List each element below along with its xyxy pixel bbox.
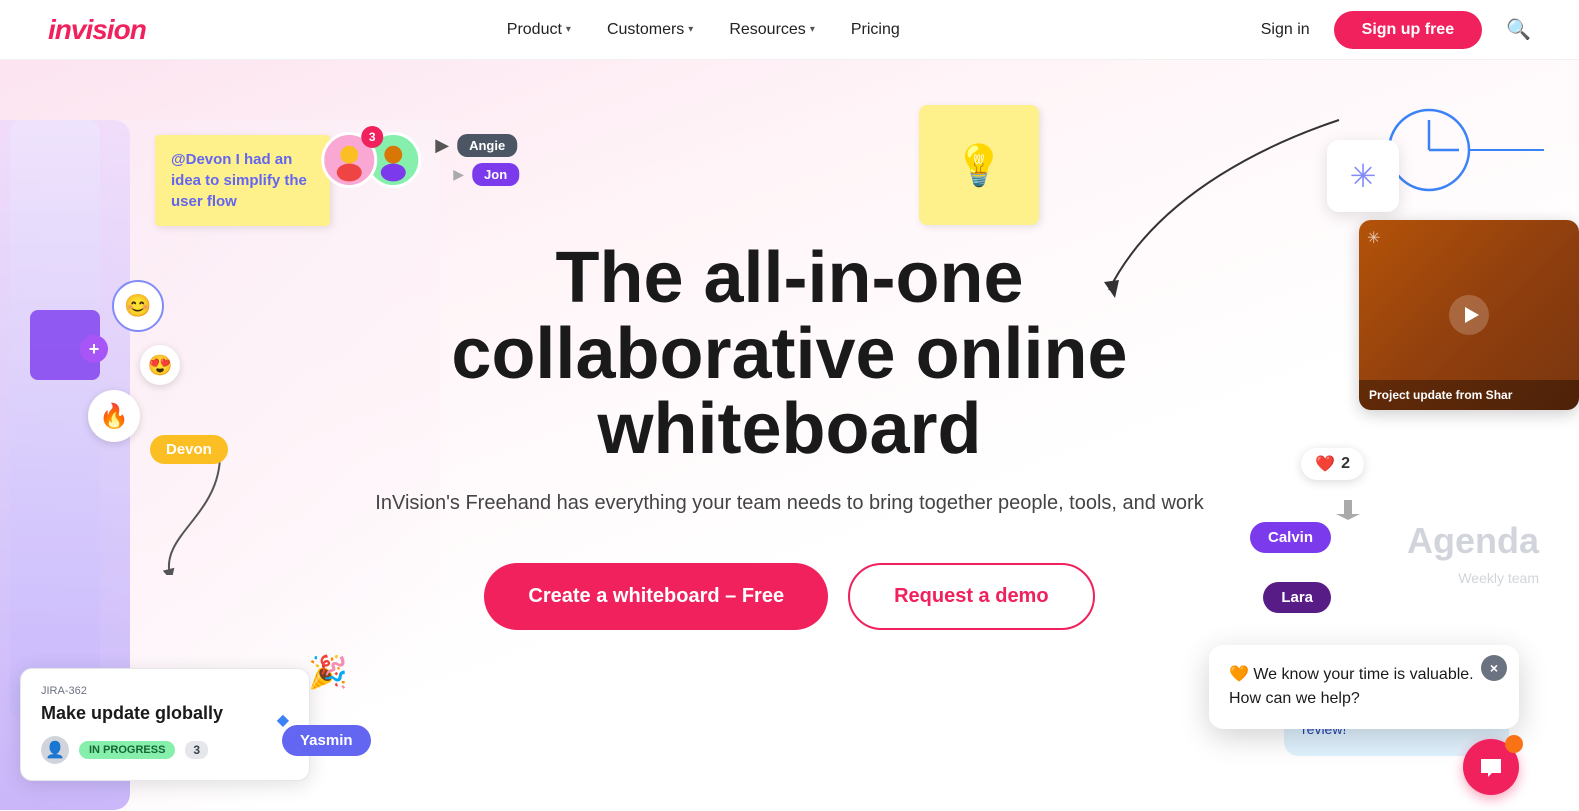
- cursor-label-angie: Angie: [457, 134, 517, 157]
- video-card[interactable]: ✳ Project update from Shar: [1359, 220, 1579, 410]
- play-icon: [1449, 295, 1489, 335]
- chevron-down-icon: ▾: [566, 24, 571, 35]
- avatars-group: 3 ▶ Angie ▶ Jon: [321, 132, 519, 188]
- snowflake-card: ✳: [1327, 140, 1399, 212]
- plus-icon: +: [80, 335, 108, 363]
- hero-content: The all-in-one collaborative online whit…: [340, 241, 1240, 630]
- nav-resources[interactable]: Resources ▾: [729, 21, 815, 39]
- cursor-arrow-icon: ▶: [435, 135, 449, 156]
- nav-customers[interactable]: Customers ▾: [607, 21, 693, 39]
- user-avatar-ring: 😊: [112, 280, 164, 332]
- logo[interactable]: invision: [48, 14, 146, 46]
- nav-right: Sign in Sign up free 🔍: [1261, 11, 1531, 49]
- notification-dot: [1505, 735, 1523, 753]
- agenda-subtitle: Weekly team: [1458, 570, 1539, 586]
- request-demo-button[interactable]: Request a demo: [848, 563, 1094, 630]
- jira-avatar: 👤: [41, 736, 69, 764]
- hero-title: The all-in-one collaborative online whit…: [340, 241, 1240, 468]
- hero-subtitle: InVision's Freehand has everything your …: [340, 492, 1240, 515]
- label-lara: Lara: [1263, 582, 1331, 613]
- sticky-note-mention: @Devon I had an idea to simplify the use…: [155, 135, 330, 226]
- diamond-icon: ◆: [277, 710, 289, 730]
- chat-speech-icon: [1477, 753, 1505, 781]
- jira-title: Make update globally: [41, 703, 289, 724]
- jira-id: JIRA-362: [41, 685, 289, 697]
- create-whiteboard-button[interactable]: Create a whiteboard – Free: [484, 563, 828, 630]
- chevron-down-icon: ▾: [688, 24, 693, 35]
- label-yasmin: Yasmin: [282, 725, 371, 756]
- jira-count: 3: [185, 741, 208, 759]
- agenda-title: Agenda: [1407, 520, 1539, 562]
- jira-card: JIRA-362 Make update globally 👤 IN PROGR…: [20, 668, 310, 781]
- nav-pricing[interactable]: Pricing: [851, 21, 900, 39]
- sign-in-link[interactable]: Sign in: [1261, 21, 1310, 39]
- signup-button[interactable]: Sign up free: [1334, 11, 1482, 49]
- fire-emoji: 🔥: [88, 390, 140, 442]
- star-icon: ✳: [1367, 228, 1380, 248]
- jira-footer: 👤 IN PROGRESS 3: [41, 736, 289, 764]
- hero-buttons: Create a whiteboard – Free Request a dem…: [340, 563, 1240, 630]
- video-caption: Project update from Shar: [1359, 380, 1579, 410]
- label-devon: Devon: [150, 435, 228, 464]
- jira-status: IN PROGRESS: [79, 741, 175, 759]
- label-calvin: Calvin: [1250, 522, 1331, 553]
- navbar: invision Product ▾ Customers ▾ Resources…: [0, 0, 1579, 60]
- heart-emoji: 😍: [140, 345, 180, 385]
- chat-popup: 🧡 We know your time is valuable. How can…: [1209, 645, 1519, 729]
- cursor-group: ▶ Angie ▶ Jon: [435, 134, 519, 186]
- cursor-label-jon: Jon: [472, 163, 519, 186]
- logo-text: invision: [48, 14, 146, 46]
- chat-close-button[interactable]: ×: [1481, 655, 1507, 681]
- heart-reaction: ❤️ 2: [1301, 448, 1364, 480]
- heart-count: 2: [1341, 455, 1350, 473]
- avatar-badge: 3: [361, 126, 383, 148]
- chat-popup-text: 🧡 We know your time is valuable. How can…: [1229, 663, 1499, 711]
- nav-links: Product ▾ Customers ▾ Resources ▾ Pricin…: [507, 21, 900, 39]
- left-panel-inner: [10, 120, 100, 720]
- party-emoji: 🎉: [308, 653, 348, 691]
- sticky-note-lightbulb: 💡: [919, 105, 1039, 225]
- chat-widget: 🧡 We know your time is valuable. How can…: [1209, 645, 1519, 795]
- nav-product[interactable]: Product ▾: [507, 21, 571, 39]
- search-icon[interactable]: 🔍: [1506, 17, 1531, 42]
- cursor-small-arrow-icon: ▶: [453, 166, 464, 183]
- chevron-down-icon: ▾: [810, 24, 815, 35]
